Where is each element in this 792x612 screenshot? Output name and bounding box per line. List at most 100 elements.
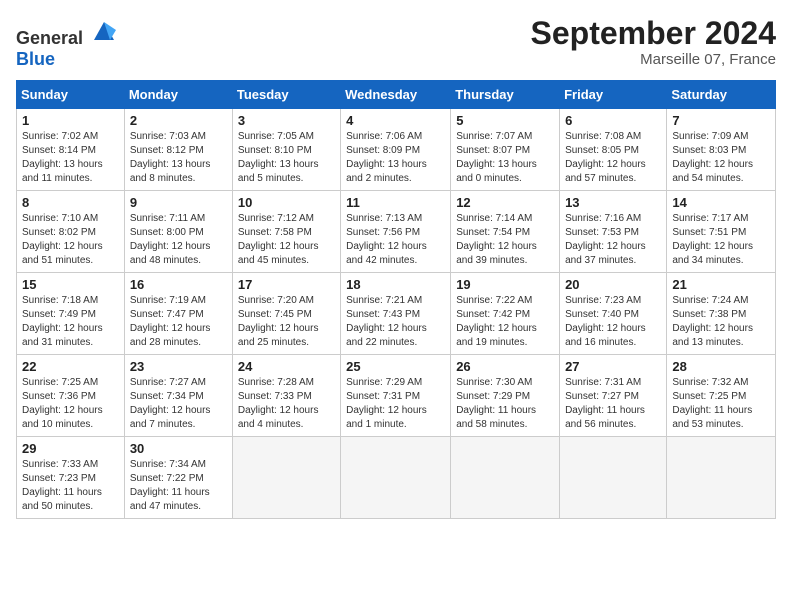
- col-wednesday: Wednesday: [341, 81, 451, 109]
- calendar-cell: 24 Sunrise: 7:28 AM Sunset: 7:33 PM Dayl…: [232, 355, 340, 437]
- calendar-cell: [667, 437, 776, 519]
- day-detail: Sunrise: 7:34 AM Sunset: 7:22 PM Dayligh…: [130, 458, 227, 514]
- day-detail: Sunrise: 7:02 AM Sunset: 8:14 PM Dayligh…: [22, 130, 119, 186]
- calendar-cell: 6 Sunrise: 7:08 AM Sunset: 8:05 PM Dayli…: [560, 109, 667, 191]
- day-number: 3: [238, 113, 335, 128]
- day-detail: Sunrise: 7:11 AM Sunset: 8:00 PM Dayligh…: [130, 212, 227, 268]
- day-detail: Sunrise: 7:33 AM Sunset: 7:23 PM Dayligh…: [22, 458, 119, 514]
- day-detail: Sunrise: 7:25 AM Sunset: 7:36 PM Dayligh…: [22, 376, 119, 432]
- calendar-cell: 17 Sunrise: 7:20 AM Sunset: 7:45 PM Dayl…: [232, 273, 340, 355]
- calendar-cell: 14 Sunrise: 7:17 AM Sunset: 7:51 PM Dayl…: [667, 191, 776, 273]
- day-number: 4: [346, 113, 445, 128]
- calendar-cell: 9 Sunrise: 7:11 AM Sunset: 8:00 PM Dayli…: [124, 191, 232, 273]
- col-friday: Friday: [560, 81, 667, 109]
- calendar-cell: 29 Sunrise: 7:33 AM Sunset: 7:23 PM Dayl…: [17, 437, 125, 519]
- day-number: 14: [672, 195, 770, 210]
- calendar-cell: 11 Sunrise: 7:13 AM Sunset: 7:56 PM Dayl…: [341, 191, 451, 273]
- calendar-cell: 22 Sunrise: 7:25 AM Sunset: 7:36 PM Dayl…: [17, 355, 125, 437]
- calendar-cell: [451, 437, 560, 519]
- day-number: 30: [130, 441, 227, 456]
- day-number: 23: [130, 359, 227, 374]
- logo-text-general: General: [16, 28, 83, 48]
- calendar-cell: 16 Sunrise: 7:19 AM Sunset: 7:47 PM Dayl…: [124, 273, 232, 355]
- day-detail: Sunrise: 7:21 AM Sunset: 7:43 PM Dayligh…: [346, 294, 445, 350]
- day-number: 17: [238, 277, 335, 292]
- calendar-week-row: 8 Sunrise: 7:10 AM Sunset: 8:02 PM Dayli…: [17, 191, 776, 273]
- calendar-cell: 18 Sunrise: 7:21 AM Sunset: 7:43 PM Dayl…: [341, 273, 451, 355]
- day-detail: Sunrise: 7:16 AM Sunset: 7:53 PM Dayligh…: [565, 212, 661, 268]
- day-number: 5: [456, 113, 554, 128]
- day-number: 6: [565, 113, 661, 128]
- day-detail: Sunrise: 7:32 AM Sunset: 7:25 PM Dayligh…: [672, 376, 770, 432]
- day-number: 10: [238, 195, 335, 210]
- day-number: 25: [346, 359, 445, 374]
- day-detail: Sunrise: 7:07 AM Sunset: 8:07 PM Dayligh…: [456, 130, 554, 186]
- calendar-week-row: 15 Sunrise: 7:18 AM Sunset: 7:49 PM Dayl…: [17, 273, 776, 355]
- calendar-cell: 4 Sunrise: 7:06 AM Sunset: 8:09 PM Dayli…: [341, 109, 451, 191]
- page-header: General Blue September 2024 Marseille 07…: [16, 16, 776, 70]
- day-number: 1: [22, 113, 119, 128]
- day-detail: Sunrise: 7:10 AM Sunset: 8:02 PM Dayligh…: [22, 212, 119, 268]
- calendar-cell: 5 Sunrise: 7:07 AM Sunset: 8:07 PM Dayli…: [451, 109, 560, 191]
- day-number: 13: [565, 195, 661, 210]
- day-number: 2: [130, 113, 227, 128]
- title-block: September 2024 Marseille 07, France: [531, 16, 776, 68]
- day-detail: Sunrise: 7:31 AM Sunset: 7:27 PM Dayligh…: [565, 376, 661, 432]
- day-number: 19: [456, 277, 554, 292]
- calendar-header-row: Sunday Monday Tuesday Wednesday Thursday…: [17, 81, 776, 109]
- day-detail: Sunrise: 7:20 AM Sunset: 7:45 PM Dayligh…: [238, 294, 335, 350]
- day-detail: Sunrise: 7:29 AM Sunset: 7:31 PM Dayligh…: [346, 376, 445, 432]
- calendar-cell: 7 Sunrise: 7:09 AM Sunset: 8:03 PM Dayli…: [667, 109, 776, 191]
- day-detail: Sunrise: 7:05 AM Sunset: 8:10 PM Dayligh…: [238, 130, 335, 186]
- day-detail: Sunrise: 7:27 AM Sunset: 7:34 PM Dayligh…: [130, 376, 227, 432]
- calendar-cell: 13 Sunrise: 7:16 AM Sunset: 7:53 PM Dayl…: [560, 191, 667, 273]
- day-number: 29: [22, 441, 119, 456]
- calendar-cell: 1 Sunrise: 7:02 AM Sunset: 8:14 PM Dayli…: [17, 109, 125, 191]
- day-detail: Sunrise: 7:09 AM Sunset: 8:03 PM Dayligh…: [672, 130, 770, 186]
- calendar-cell: 12 Sunrise: 7:14 AM Sunset: 7:54 PM Dayl…: [451, 191, 560, 273]
- location: Marseille 07, France: [531, 51, 776, 68]
- day-number: 9: [130, 195, 227, 210]
- col-sunday: Sunday: [17, 81, 125, 109]
- calendar-cell: 15 Sunrise: 7:18 AM Sunset: 7:49 PM Dayl…: [17, 273, 125, 355]
- day-detail: Sunrise: 7:18 AM Sunset: 7:49 PM Dayligh…: [22, 294, 119, 350]
- calendar-cell: 19 Sunrise: 7:22 AM Sunset: 7:42 PM Dayl…: [451, 273, 560, 355]
- day-number: 16: [130, 277, 227, 292]
- day-number: 8: [22, 195, 119, 210]
- day-number: 11: [346, 195, 445, 210]
- calendar-cell: [341, 437, 451, 519]
- logo-icon: [90, 16, 118, 44]
- day-number: 21: [672, 277, 770, 292]
- col-thursday: Thursday: [451, 81, 560, 109]
- day-number: 27: [565, 359, 661, 374]
- calendar-cell: 27 Sunrise: 7:31 AM Sunset: 7:27 PM Dayl…: [560, 355, 667, 437]
- col-tuesday: Tuesday: [232, 81, 340, 109]
- day-number: 20: [565, 277, 661, 292]
- day-detail: Sunrise: 7:08 AM Sunset: 8:05 PM Dayligh…: [565, 130, 661, 186]
- day-number: 24: [238, 359, 335, 374]
- day-number: 18: [346, 277, 445, 292]
- day-number: 15: [22, 277, 119, 292]
- day-detail: Sunrise: 7:30 AM Sunset: 7:29 PM Dayligh…: [456, 376, 554, 432]
- day-detail: Sunrise: 7:17 AM Sunset: 7:51 PM Dayligh…: [672, 212, 770, 268]
- calendar-cell: [560, 437, 667, 519]
- day-detail: Sunrise: 7:24 AM Sunset: 7:38 PM Dayligh…: [672, 294, 770, 350]
- day-number: 7: [672, 113, 770, 128]
- calendar-cell: [232, 437, 340, 519]
- day-detail: Sunrise: 7:13 AM Sunset: 7:56 PM Dayligh…: [346, 212, 445, 268]
- day-number: 28: [672, 359, 770, 374]
- day-detail: Sunrise: 7:23 AM Sunset: 7:40 PM Dayligh…: [565, 294, 661, 350]
- calendar-cell: 3 Sunrise: 7:05 AM Sunset: 8:10 PM Dayli…: [232, 109, 340, 191]
- day-detail: Sunrise: 7:28 AM Sunset: 7:33 PM Dayligh…: [238, 376, 335, 432]
- day-number: 26: [456, 359, 554, 374]
- calendar-table: Sunday Monday Tuesday Wednesday Thursday…: [16, 80, 776, 519]
- calendar-week-row: 29 Sunrise: 7:33 AM Sunset: 7:23 PM Dayl…: [17, 437, 776, 519]
- month-title: September 2024: [531, 16, 776, 51]
- day-detail: Sunrise: 7:03 AM Sunset: 8:12 PM Dayligh…: [130, 130, 227, 186]
- calendar-cell: 28 Sunrise: 7:32 AM Sunset: 7:25 PM Dayl…: [667, 355, 776, 437]
- calendar-cell: 26 Sunrise: 7:30 AM Sunset: 7:29 PM Dayl…: [451, 355, 560, 437]
- calendar-cell: 8 Sunrise: 7:10 AM Sunset: 8:02 PM Dayli…: [17, 191, 125, 273]
- logo: General Blue: [16, 16, 118, 70]
- logo-text-blue: Blue: [16, 49, 55, 69]
- calendar-cell: 23 Sunrise: 7:27 AM Sunset: 7:34 PM Dayl…: [124, 355, 232, 437]
